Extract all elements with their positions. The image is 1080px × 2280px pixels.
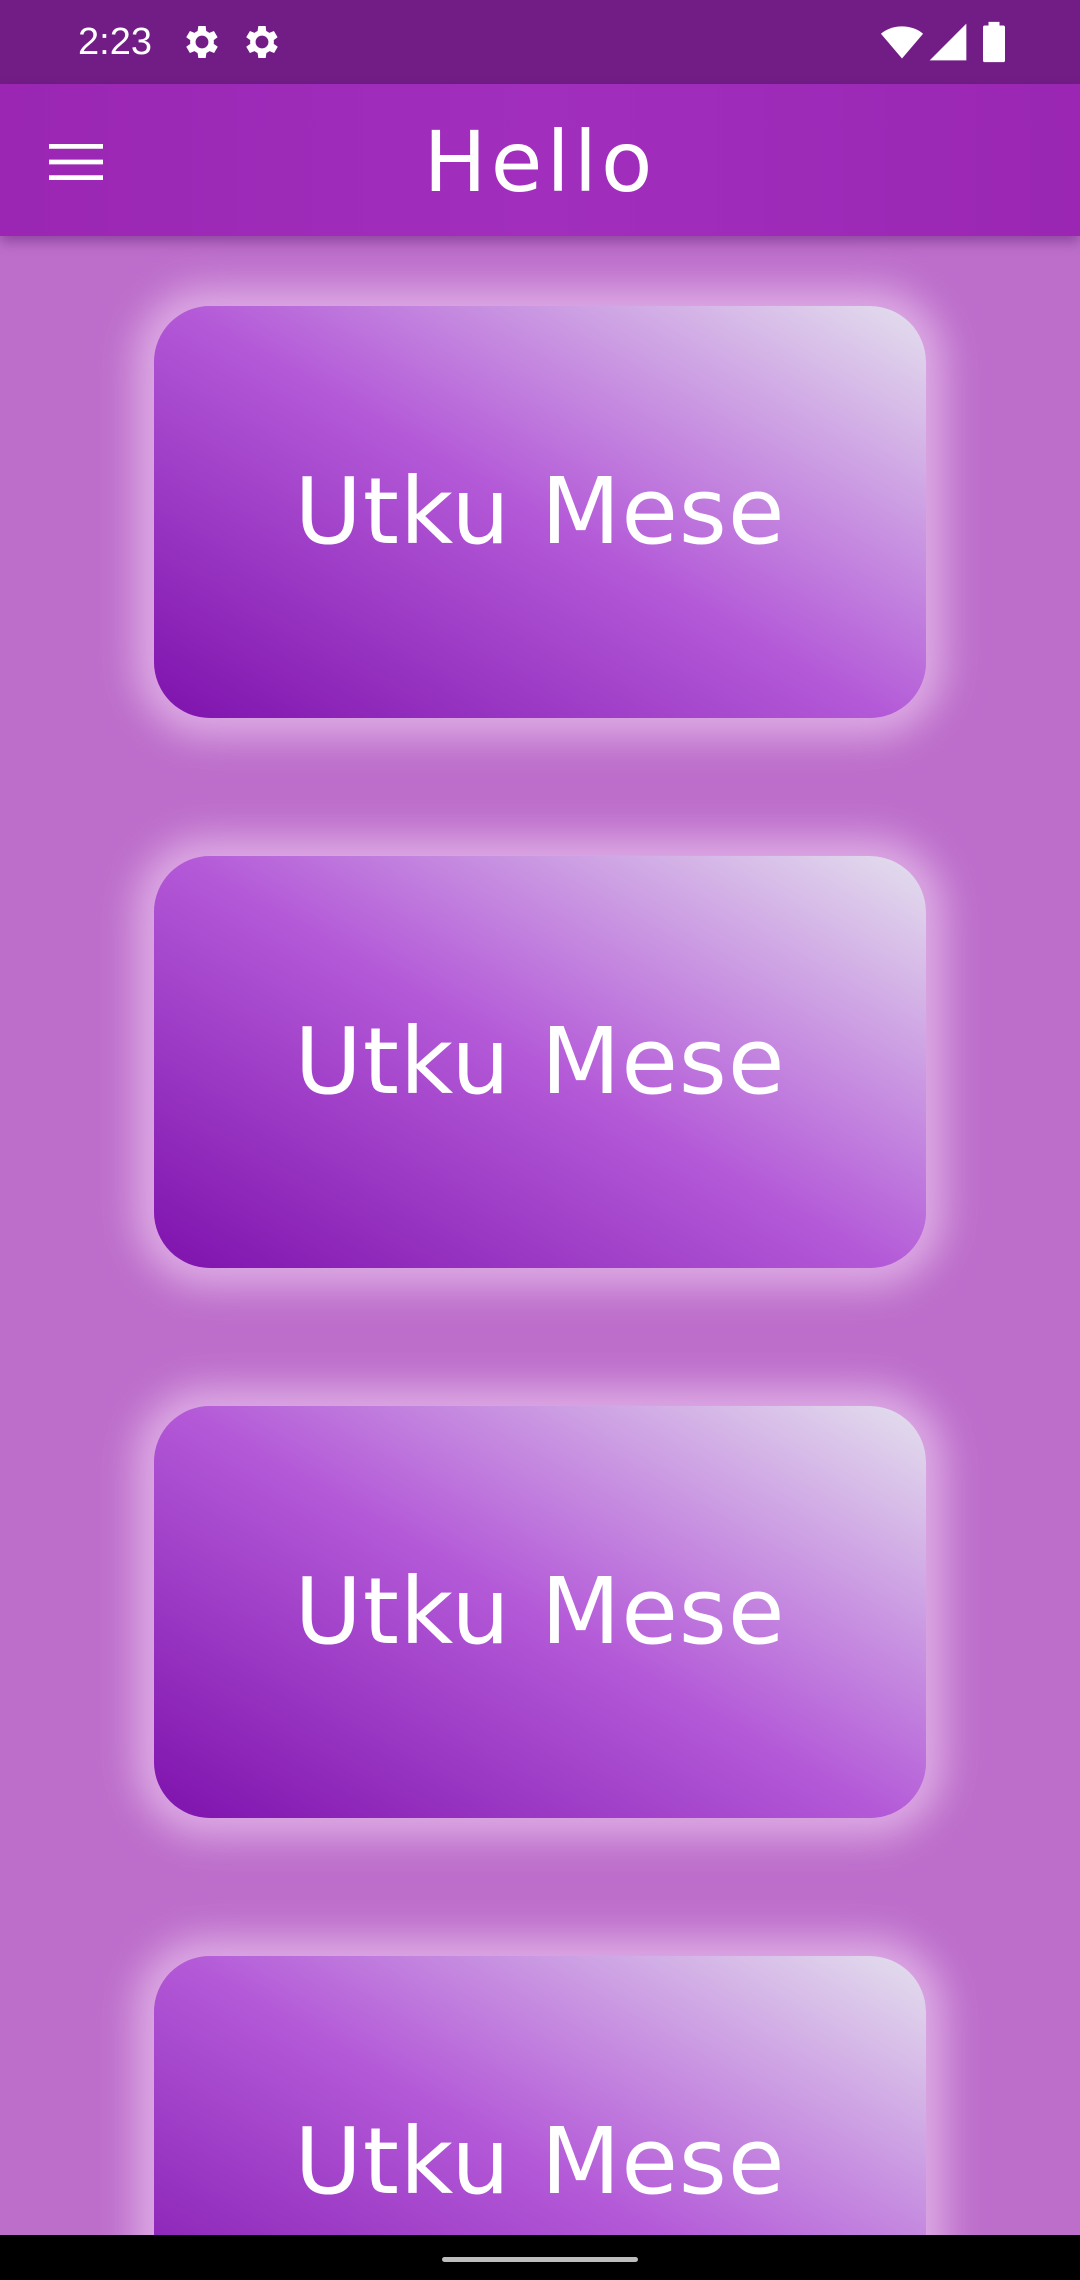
card-label: Utku Mese: [294, 458, 786, 565]
page-title: Hello: [423, 113, 657, 211]
app-bar: Hello: [0, 84, 1080, 236]
card-list[interactable]: Utku Mese Utku Mese Utku Mese Utku Mese: [0, 236, 1080, 2235]
card-label: Utku Mese: [294, 1008, 786, 1115]
card-item[interactable]: Utku Mese: [154, 856, 926, 1268]
card-item[interactable]: Utku Mese: [154, 1956, 926, 2235]
card-item[interactable]: Utku Mese: [154, 1406, 926, 1818]
cellular-signal-icon: [926, 20, 970, 64]
navigation-bar: [0, 2235, 1080, 2280]
status-bar: 2:23: [0, 0, 1080, 84]
status-time: 2:23: [78, 21, 152, 63]
settings-gear-icon: [240, 20, 284, 64]
settings-gear-icon: [180, 20, 224, 64]
card-label: Utku Mese: [294, 1558, 786, 1665]
home-indicator[interactable]: [442, 2257, 638, 2262]
wifi-icon: [880, 20, 924, 64]
card-label: Utku Mese: [294, 2108, 786, 2215]
battery-icon: [972, 20, 1016, 64]
card-item[interactable]: Utku Mese: [154, 306, 926, 718]
